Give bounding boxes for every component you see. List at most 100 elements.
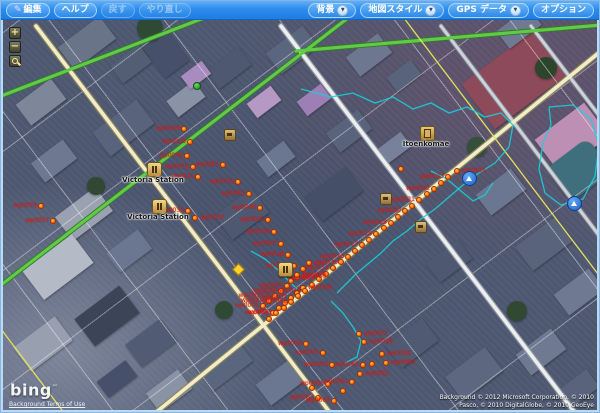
shop-icon[interactable] xyxy=(415,221,427,233)
restaurant-icon[interactable] xyxy=(147,162,162,177)
waypoint-dot[interactable] xyxy=(266,316,272,322)
waypoint-dot[interactable] xyxy=(402,208,408,214)
waypoint-dot[interactable] xyxy=(273,310,279,316)
shop-icon[interactable] xyxy=(224,129,236,141)
help-button[interactable]: ヘルプ xyxy=(54,3,97,18)
map-viewport[interactable]: wp0028wp0029wp0030wp0031wp0032wp0033wp00… xyxy=(3,20,597,410)
poi-label: Itoenkomae xyxy=(403,140,450,148)
waypoint-label: wp0067 xyxy=(290,394,314,401)
waypoint-dot[interactable] xyxy=(303,341,309,347)
waypoint-label: wp0041 xyxy=(195,161,219,168)
terms-of-use-link[interactable]: Background Terms of Use xyxy=(9,401,85,408)
waypoint-dot[interactable] xyxy=(379,351,385,357)
waypoint-dot[interactable] xyxy=(361,339,367,345)
waypoint-dot[interactable] xyxy=(50,218,56,224)
waypoint-dot[interactable] xyxy=(220,162,226,168)
zoom-magnifier-button[interactable] xyxy=(9,55,21,67)
waypoint-dot[interactable] xyxy=(281,305,287,311)
waypoint-dot[interactable] xyxy=(235,179,241,185)
magnifier-handle xyxy=(17,62,21,66)
waypoint-dot[interactable] xyxy=(246,191,252,197)
toolbar-left: ✎編集ヘルプ戻すやり直し xyxy=(6,3,191,18)
waypoint-dot[interactable] xyxy=(431,186,437,192)
waypoint-label: wp0008 xyxy=(308,284,332,291)
waypoint-dot[interactable] xyxy=(278,241,284,247)
waypoint-label: wp0055 xyxy=(295,349,319,356)
waypoint-dot[interactable] xyxy=(345,254,351,260)
toolbar-right: 背景▼地図スタイル▼GPS データ▼オプション xyxy=(308,3,594,18)
waypoint-label: wp0048 xyxy=(260,251,284,258)
chevron-down-icon[interactable]: ▼ xyxy=(425,5,436,16)
waypoint-dot[interactable] xyxy=(184,153,190,159)
waypoint-dot[interactable] xyxy=(398,166,404,172)
waypoint-dot[interactable] xyxy=(271,229,277,235)
waypoint-dot[interactable] xyxy=(454,168,460,174)
gps-data-button[interactable]: GPS データ▼ xyxy=(448,3,529,18)
waypoint-dot[interactable] xyxy=(383,360,389,366)
waypoint-label: wp0028 xyxy=(156,125,180,132)
waypoint-dot[interactable] xyxy=(356,331,362,337)
waypoint-dot[interactable] xyxy=(257,205,263,211)
waypoint-dot[interactable] xyxy=(285,252,291,258)
waypoint-label: wp0062 xyxy=(365,370,389,377)
bing-logo: bing™ xyxy=(10,381,58,397)
waypoint-dot[interactable] xyxy=(352,248,358,254)
restaurant-icon[interactable] xyxy=(152,199,167,214)
toolbar-button-label: 戻す xyxy=(109,4,127,16)
background-button[interactable]: 背景▼ xyxy=(308,3,356,18)
waypoint-dot[interactable] xyxy=(38,203,44,209)
copyright-line-2: Pasco, © 2010 DigitalGlobe, © 2010 GeoEy… xyxy=(440,402,594,410)
zoom-out-button[interactable]: − xyxy=(9,41,21,53)
person-marker-icon[interactable] xyxy=(462,171,477,186)
waypoint-dot[interactable] xyxy=(357,371,363,377)
waypoint-dot[interactable] xyxy=(265,217,271,223)
waypoint-dot[interactable] xyxy=(349,379,355,385)
waypoint-dot[interactable] xyxy=(369,361,375,367)
waypoint-label: wp0021 xyxy=(391,196,415,203)
waypoint-dot[interactable] xyxy=(181,126,187,132)
waypoint-dot[interactable] xyxy=(359,242,365,248)
waypoint-dot[interactable] xyxy=(416,197,422,203)
waypoint-dot[interactable] xyxy=(445,174,451,180)
toolbar-button-label: 地図スタイル xyxy=(368,4,422,16)
map-style-button[interactable]: 地図スタイル▼ xyxy=(360,3,444,18)
zoom-control: +− xyxy=(9,27,21,67)
waypoint-label: wp0056 xyxy=(278,340,302,347)
undo-button[interactable]: 戻す xyxy=(101,3,135,18)
chevron-down-icon[interactable]: ▼ xyxy=(337,5,348,16)
restaurant-icon[interactable] xyxy=(278,262,293,277)
waypoint-dot[interactable] xyxy=(373,231,379,237)
waypoint-dot[interactable] xyxy=(366,237,372,243)
waypoint-label: wp0043 xyxy=(221,190,245,197)
waypoint-dot[interactable] xyxy=(320,350,326,356)
waypoint-dot[interactable] xyxy=(388,220,394,226)
zoom-in-button[interactable]: + xyxy=(9,27,21,39)
waypoint-dot[interactable] xyxy=(409,203,415,209)
person-marker-icon[interactable] xyxy=(567,196,582,211)
waypoint-label: wp0022 xyxy=(406,185,430,192)
green-node-icon[interactable] xyxy=(193,82,201,90)
redo-button[interactable]: やり直し xyxy=(139,3,191,18)
waypoint-label: wp0063 xyxy=(324,378,348,385)
gps-track xyxy=(539,105,597,205)
shop-icon[interactable] xyxy=(380,193,392,205)
chevron-down-icon[interactable]: ▼ xyxy=(510,5,521,16)
toolbar-button-label: 編集 xyxy=(24,4,42,16)
waypoint-dot[interactable] xyxy=(192,215,198,221)
waypoint-dot[interactable] xyxy=(438,180,444,186)
waypoint-label: wp0013 xyxy=(277,287,301,294)
options-button[interactable]: オプション xyxy=(533,3,594,18)
waypoint-label: wp0060 xyxy=(391,359,415,366)
vending-machine-icon[interactable] xyxy=(420,126,435,141)
waypoint-dot[interactable] xyxy=(340,388,346,394)
toolbar-button-label: オプション xyxy=(541,4,586,16)
edit-button[interactable]: ✎編集 xyxy=(6,3,50,18)
poi-label: Victoria Station xyxy=(127,213,189,221)
waypoint-dot[interactable] xyxy=(395,214,401,220)
waypoint-dot[interactable] xyxy=(288,299,294,305)
waypoint-dot[interactable] xyxy=(195,174,201,180)
waypoint-dot[interactable] xyxy=(187,139,193,145)
waypoint-label: wp0031 xyxy=(165,163,189,170)
waypoint-dot[interactable] xyxy=(331,398,337,404)
waypoint-dot[interactable] xyxy=(360,362,366,368)
